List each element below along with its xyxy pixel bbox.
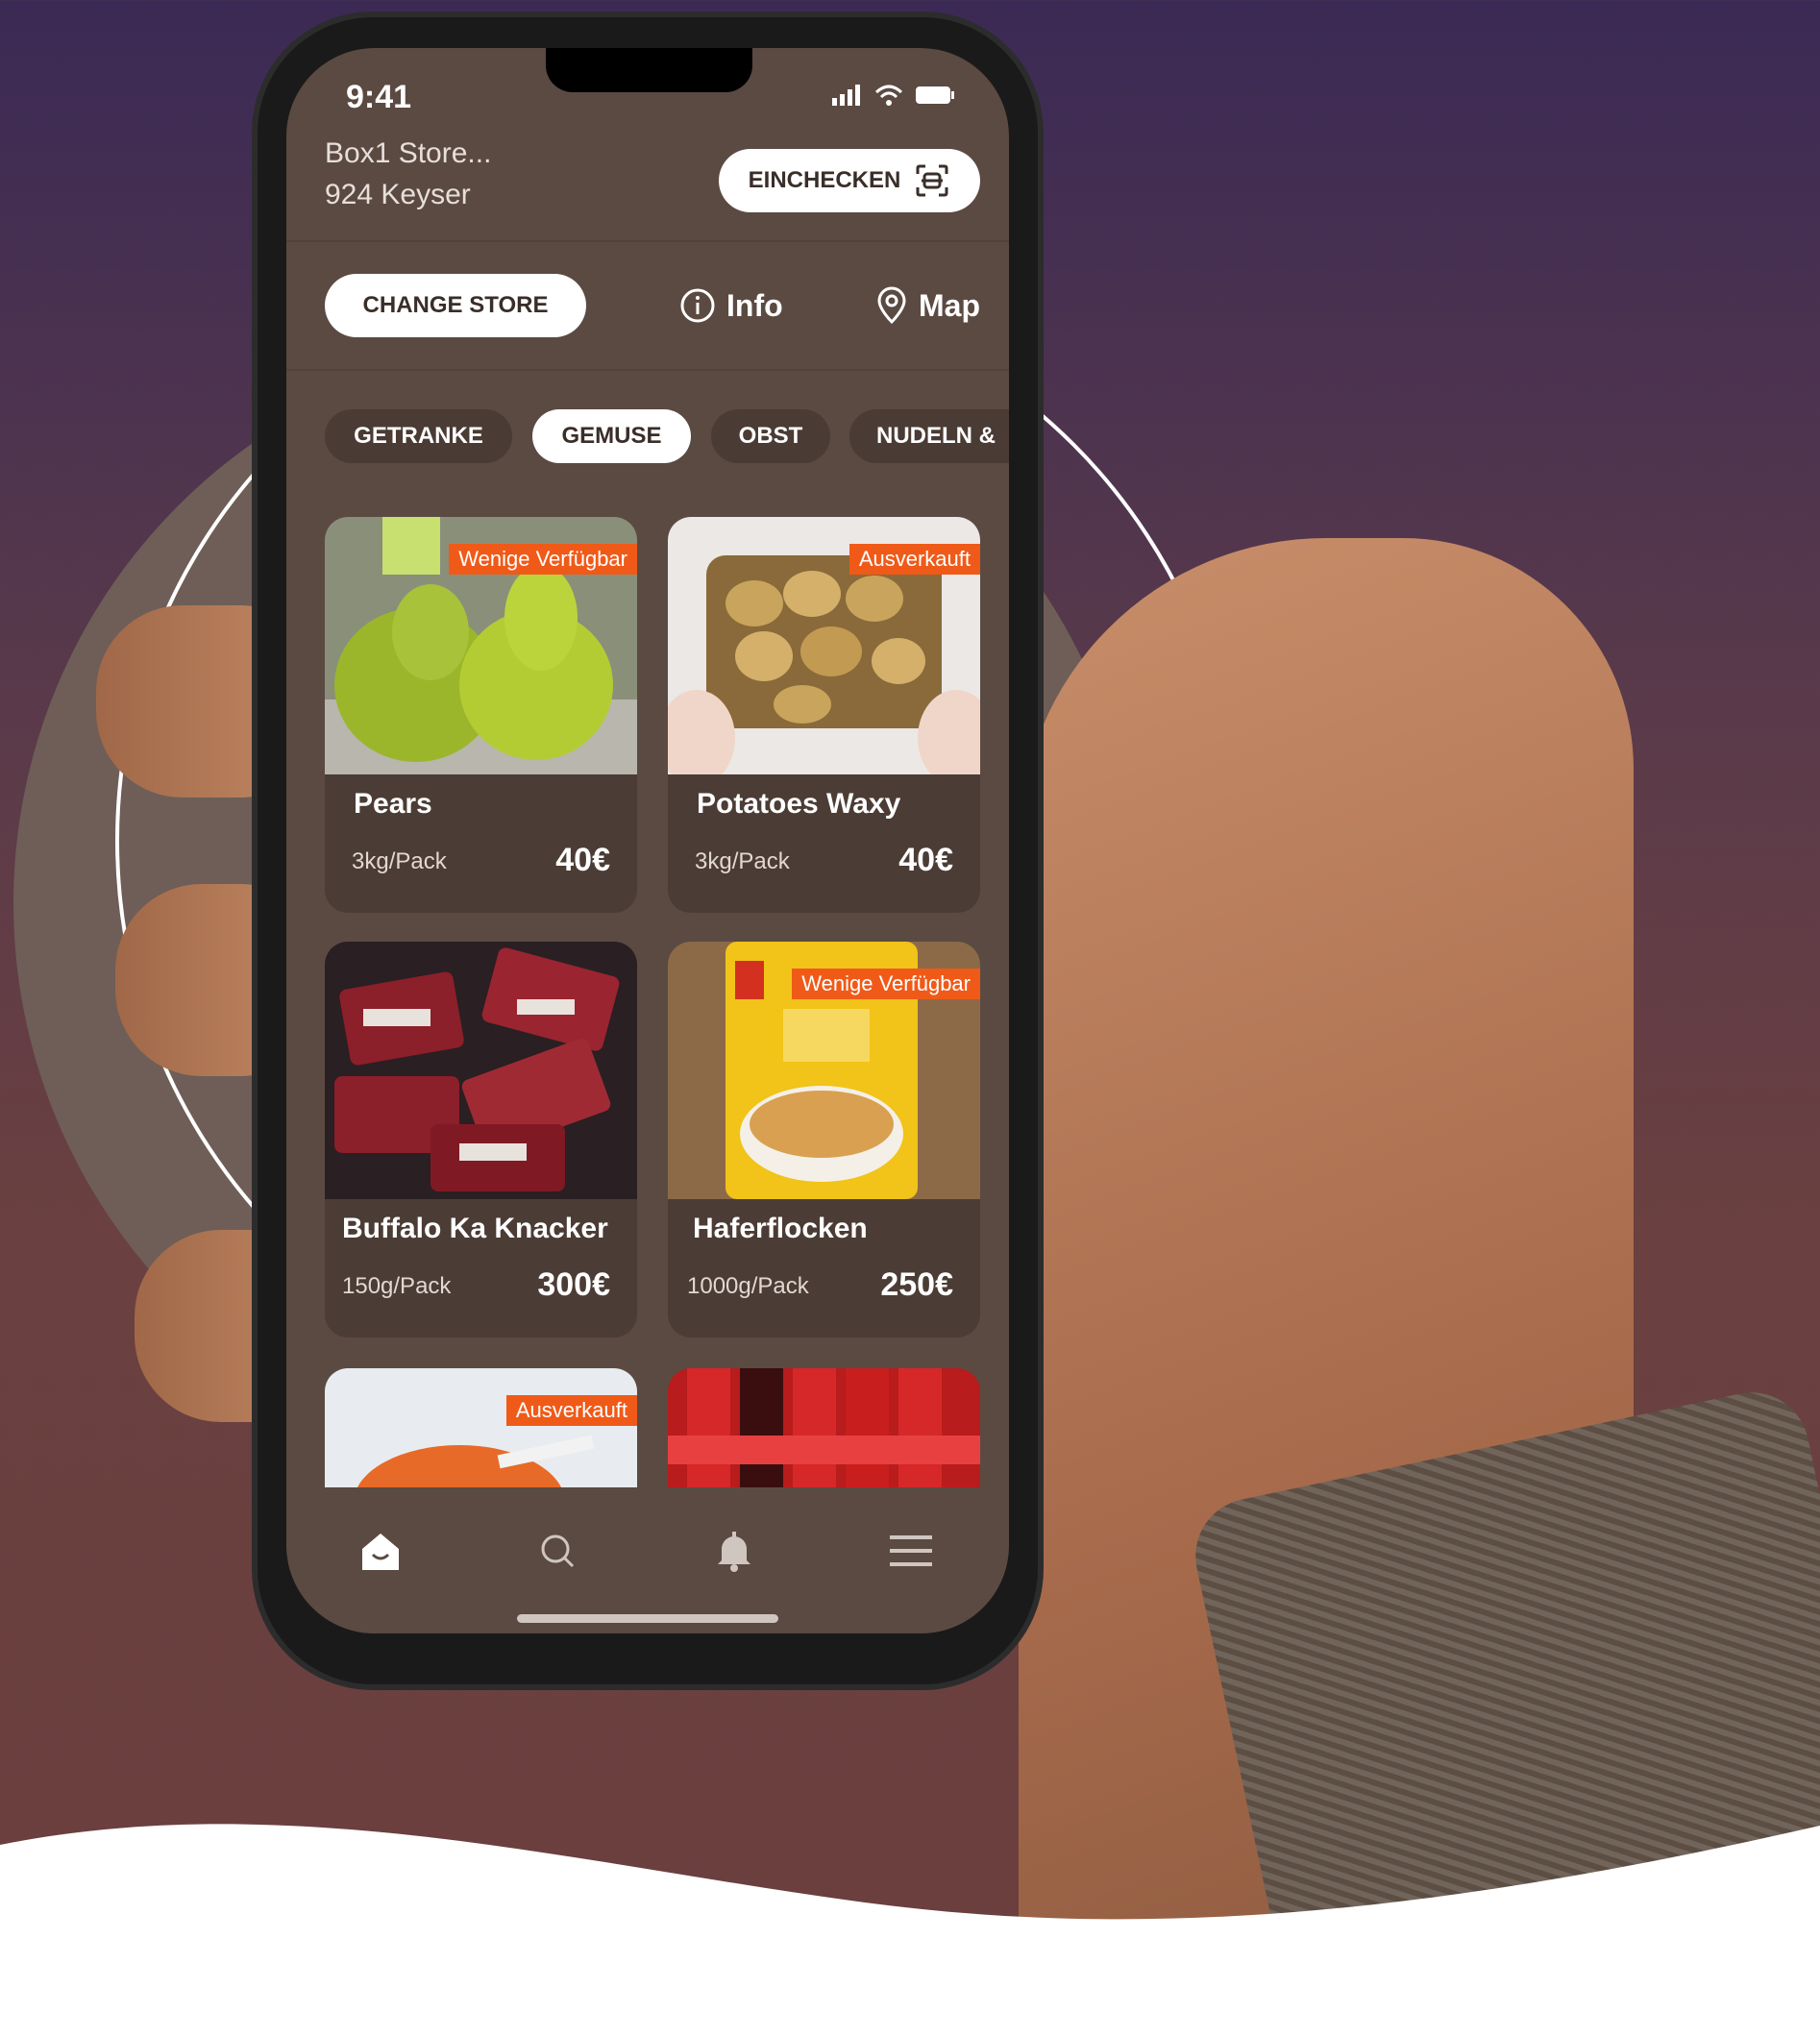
phone-screen: 9:41 Box1 Store... 924 Keyser EINCHECKEN… bbox=[286, 48, 1009, 1633]
scan-icon bbox=[916, 164, 948, 197]
notch bbox=[546, 48, 752, 92]
product-card[interactable]: Wenige Verfügbar Pears 3kg/Pack 40€ bbox=[325, 517, 637, 913]
product-price: 40€ bbox=[555, 842, 610, 878]
map-label: Map bbox=[919, 287, 980, 323]
product-unit: 3kg/Pack bbox=[695, 848, 790, 874]
product-name: Haferflocken bbox=[693, 1213, 868, 1244]
product-card[interactable]: Wenige Verfügbar Haferflocken 1000g/Pack… bbox=[668, 942, 980, 1338]
product-price: 40€ bbox=[898, 842, 953, 878]
product-card[interactable]: Ausverkauft bbox=[325, 1368, 637, 1493]
info-link[interactable]: Info bbox=[678, 286, 783, 325]
product-image-cola bbox=[668, 1368, 980, 1493]
product-image-sausages bbox=[325, 942, 637, 1199]
status-icons bbox=[832, 85, 955, 106]
menu-icon[interactable] bbox=[886, 1526, 936, 1576]
signal-icon bbox=[832, 85, 860, 106]
category-chip-obst[interactable]: OBST bbox=[711, 409, 830, 463]
availability-badge: Ausverkauft bbox=[849, 544, 980, 575]
category-chip-nudeln[interactable]: NUDELN & bbox=[849, 409, 1009, 463]
product-image-mandarins bbox=[325, 1368, 637, 1493]
checkin-label: EINCHECKEN bbox=[748, 167, 901, 193]
home-icon[interactable] bbox=[356, 1526, 406, 1576]
checkin-button[interactable]: EINCHECKEN bbox=[719, 149, 980, 212]
divider bbox=[286, 240, 1009, 242]
wifi-icon bbox=[874, 85, 903, 106]
location-pin-icon bbox=[877, 286, 906, 325]
availability-badge: Wenige Verfügbar bbox=[792, 969, 980, 999]
bottom-tab-bar bbox=[286, 1487, 1009, 1633]
info-icon bbox=[680, 288, 715, 323]
home-indicator[interactable] bbox=[517, 1614, 778, 1623]
availability-badge: Wenige Verfügbar bbox=[449, 544, 637, 575]
bell-icon[interactable] bbox=[709, 1526, 759, 1576]
store-address: 924 Keyser bbox=[325, 179, 471, 210]
battery-icon bbox=[916, 86, 954, 104]
store-name: Box1 Store... bbox=[325, 137, 492, 169]
product-card[interactable]: Buffalo Ka Knacker 150g/Pack 300€ bbox=[325, 942, 637, 1338]
category-chip-getranke[interactable]: GETRANKE bbox=[325, 409, 512, 463]
product-card[interactable] bbox=[668, 1368, 980, 1493]
change-store-button[interactable]: CHANGE STORE bbox=[325, 274, 586, 337]
product-name: Buffalo Ka Knacker bbox=[342, 1213, 608, 1244]
product-unit: 150g/Pack bbox=[342, 1273, 452, 1299]
bottom-wave bbox=[0, 1824, 1820, 2037]
product-name: Pears bbox=[354, 788, 432, 820]
map-link[interactable]: Map bbox=[874, 286, 980, 325]
status-time: 9:41 bbox=[346, 79, 412, 115]
product-price: 250€ bbox=[880, 1266, 953, 1303]
product-price: 300€ bbox=[537, 1266, 610, 1303]
product-name: Potatoes Waxy bbox=[697, 788, 901, 820]
divider bbox=[286, 369, 1009, 371]
product-unit: 3kg/Pack bbox=[352, 848, 447, 874]
info-label: Info bbox=[726, 287, 783, 323]
category-chip-gemuse[interactable]: GEMUSE bbox=[532, 409, 691, 463]
product-unit: 1000g/Pack bbox=[687, 1273, 809, 1299]
product-card[interactable]: Ausverkauft Potatoes Waxy 3kg/Pack 40€ bbox=[668, 517, 980, 913]
search-icon[interactable] bbox=[532, 1526, 582, 1576]
availability-badge: Ausverkauft bbox=[505, 1395, 637, 1426]
